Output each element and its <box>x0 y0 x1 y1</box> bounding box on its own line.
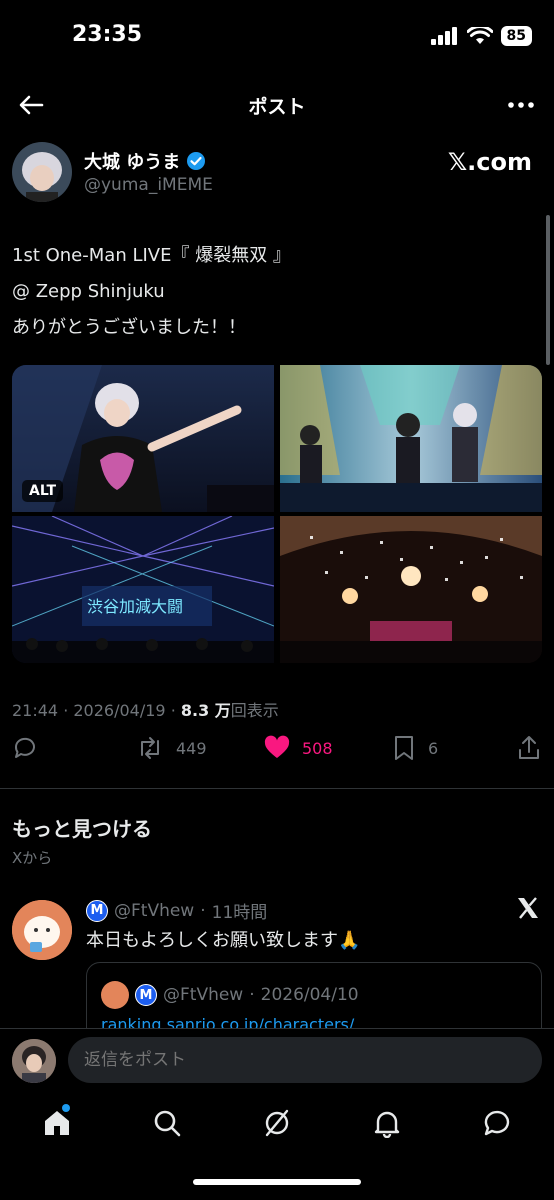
recommended-text: 本日もよろしくお願い致します🙏 <box>86 930 361 951</box>
tweet-line: 1st One-Man LIVE『 爆裂無双 』 <box>12 245 291 266</box>
author-handle[interactable]: @yuma_iMEME <box>84 175 213 195</box>
reply-icon <box>14 737 35 758</box>
discover-title: もっと見つける <box>12 817 152 841</box>
nav-home[interactable] <box>42 1104 72 1138</box>
author-name[interactable]: 大城 ゆうま <box>84 148 206 174</box>
share-button[interactable] <box>516 735 542 761</box>
reply-input[interactable] <box>68 1037 542 1083</box>
reply-button[interactable] <box>12 735 38 761</box>
quoted-handle: @FtVhew <box>163 985 244 1005</box>
status-time: 23:35 <box>72 22 143 47</box>
home-icon <box>45 1111 69 1135</box>
media-photo-confetti[interactable] <box>280 516 542 663</box>
like-button[interactable]: 508 <box>264 735 333 761</box>
x-com-badge: 𝕏.com <box>447 148 532 176</box>
nav-notifications[interactable] <box>372 1108 402 1139</box>
more-options-icon[interactable] <box>506 90 536 120</box>
recommended-handle[interactable]: @FtVhew <box>114 901 194 921</box>
grok-icon <box>265 1109 289 1137</box>
view-count-suffix: 回表示 <box>230 701 279 720</box>
share-icon <box>519 736 539 759</box>
home-indicator <box>193 1179 361 1185</box>
bookmark-count: 6 <box>428 738 439 758</box>
author-avatar[interactable] <box>12 142 72 202</box>
tweet-actions: 449 508 6 <box>12 735 542 769</box>
media-photo-lasers[interactable]: 渋谷加減大闘 <box>12 516 274 663</box>
nav-grok[interactable] <box>262 1108 292 1138</box>
svg-text:渋谷加減大闘: 渋谷加減大闘 <box>87 597 183 616</box>
author-name-text: 大城 ゆうま <box>84 152 181 173</box>
tweet-line: ありがとうございました！！ <box>12 317 246 338</box>
scrollbar[interactable] <box>546 215 550 365</box>
x-logo-icon <box>518 897 538 919</box>
search-icon <box>154 1110 181 1137</box>
recommended-avatar[interactable] <box>12 900 72 960</box>
recommended-time: 11時間 <box>211 903 268 923</box>
my-avatar[interactable] <box>12 1039 56 1083</box>
verified-badge-icon <box>187 152 206 170</box>
bell-icon <box>374 1111 400 1139</box>
bookmark-button[interactable]: 6 <box>392 735 438 761</box>
battery-indicator: 85 <box>500 26 532 46</box>
signal-icon <box>430 27 457 45</box>
heart-filled-icon <box>264 735 290 758</box>
bookmark-icon <box>395 736 413 760</box>
quoted-date: 2026/04/10 <box>260 985 359 1005</box>
quoted-avatar <box>101 981 129 1009</box>
tweet-meta: 21:44 · 2026/04/19 · 8.3 万回表示 <box>12 701 279 720</box>
alt-text-badge[interactable]: ALT <box>22 480 63 502</box>
nav-search[interactable] <box>152 1108 182 1138</box>
media-photo-singer[interactable]: ALT <box>12 365 274 512</box>
tweet-time: 21:44 <box>12 701 59 720</box>
notification-dot <box>62 1104 70 1112</box>
discover-subtitle: Xから <box>12 849 53 867</box>
wifi-icon <box>466 27 493 44</box>
m-badge-icon: M <box>135 984 157 1006</box>
retweet-icon <box>141 737 159 759</box>
message-icon <box>484 1110 510 1136</box>
quoted-header: M @FtVhew · 2026/04/10 <box>101 981 359 1009</box>
tweet-date: 2026/04/19 <box>73 701 166 720</box>
tweet-line: @ Zepp Shinjuku <box>12 281 165 302</box>
retweet-button[interactable]: 449 <box>136 735 207 761</box>
view-count: 8.3 万 <box>180 701 231 720</box>
page-title: ポスト <box>248 96 306 118</box>
retweet-count: 449 <box>176 738 207 758</box>
recommended-header: M @FtVhew · 11時間 <box>86 898 267 923</box>
bottom-nav <box>0 1092 554 1158</box>
reply-bar <box>0 1028 554 1090</box>
nav-messages[interactable] <box>482 1108 512 1138</box>
tweet-text: 1st One-Man LIVE『 爆裂無双 』 @ Zepp Shinjuku… <box>12 238 542 346</box>
media-photo-stage[interactable] <box>280 365 542 512</box>
m-badge-icon: M <box>86 899 108 922</box>
media-grid: ALT 渋谷加減大闘 <box>12 365 542 663</box>
like-count: 508 <box>302 738 333 758</box>
divider <box>0 788 554 789</box>
status-icons: 85 <box>430 26 532 46</box>
